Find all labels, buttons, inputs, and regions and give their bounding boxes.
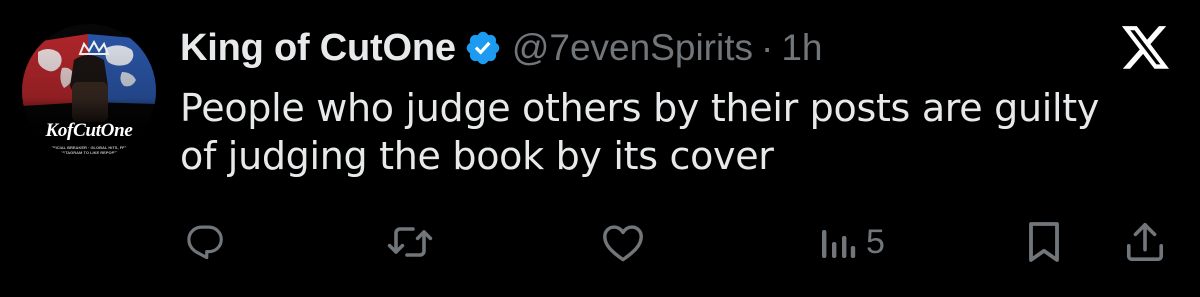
tweet-text: People who judge others by their posts a… — [180, 84, 1180, 180]
reply-icon — [187, 225, 223, 260]
display-name[interactable]: King of CutOne — [180, 27, 456, 70]
retweet-button[interactable] — [386, 220, 434, 264]
avatar[interactable]: KofCutOne OFFICIAL BREAKER · GLOBAL HITS… — [22, 24, 156, 158]
tweet-text-line-2: of judging the book by its cover — [180, 134, 774, 178]
avatar-tagline-line-2: INSTAGRAM TO LIKE REPORTS — [58, 150, 120, 155]
timestamp[interactable]: 1h — [781, 27, 822, 69]
views-count: 5 — [866, 222, 885, 261]
avatar-tagline: OFFICIAL BREAKER · GLOBAL HITS, FEED INS… — [22, 145, 156, 155]
bookmark-icon — [1029, 222, 1059, 262]
like-button[interactable] — [600, 220, 646, 264]
tweet-text-line-1: People who judge others by their posts a… — [180, 86, 1100, 130]
heart-icon — [603, 225, 643, 262]
tweet-card[interactable]: KofCutOne OFFICIAL BREAKER · GLOBAL HITS… — [0, 0, 1200, 297]
views-button[interactable]: 5 — [820, 220, 885, 264]
separator-dot: · — [761, 27, 774, 68]
retweet-icon — [387, 227, 433, 257]
verified-badge-icon — [466, 31, 500, 65]
share-icon — [1126, 223, 1164, 261]
reply-button[interactable] — [184, 220, 226, 264]
share-button[interactable] — [1124, 220, 1166, 264]
tweet-header: King of CutOne @7evenSpirits · 1h — [180, 24, 822, 72]
user-handle[interactable]: @7evenSpirits — [512, 27, 753, 69]
bookmark-button[interactable] — [1024, 220, 1064, 264]
x-logo-icon[interactable] — [1121, 25, 1171, 71]
views-icon — [822, 230, 856, 258]
avatar-brand-text: KofCutOne — [45, 120, 133, 141]
